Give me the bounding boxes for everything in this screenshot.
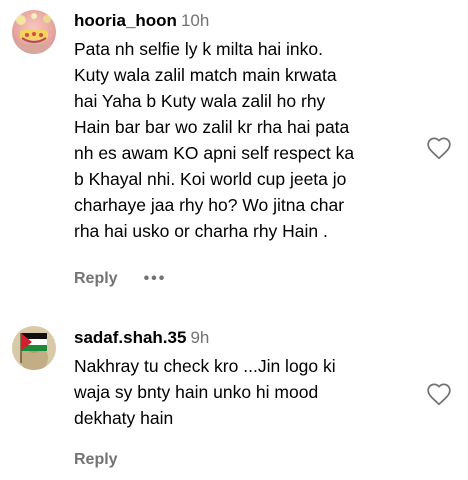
comment-line: Nakhray tu check kro ...Jin logo ki [74, 356, 336, 376]
comment-text: Pata nh selfie ly k milta hai inko. Kuty… [74, 36, 419, 244]
username-link[interactable]: hooria_hoon [74, 11, 177, 30]
profile-photo-icon[interactable] [12, 10, 56, 54]
comment-line: b Khayal nhi. Koi world cup jeeta jo [74, 169, 347, 189]
comment-line: hai Yaha b Kuty wala zalil ho rhy [74, 91, 326, 111]
comment-line: Hain bar bar wo zalil kr rha hai pata [74, 117, 350, 137]
comment-line: Pata nh selfie ly k milta hai inko. [74, 39, 324, 59]
comment-actions: Reply [74, 450, 118, 470]
reply-button[interactable]: Reply [74, 269, 118, 289]
comment-meta: sadaf.shah.35 9h [74, 328, 209, 348]
comment-line: rha hai usko or charha rhy Hain . [74, 221, 328, 241]
comment-line: Kuty wala zalil match main krwata [74, 65, 337, 85]
comment-line: charhaye jaa rhy ho? Wo jitna char [74, 195, 345, 215]
timestamp: 9h [190, 328, 210, 347]
palestine-flag-avatar-icon[interactable] [12, 326, 56, 370]
heart-outline-icon[interactable] [426, 382, 452, 406]
username-link[interactable]: sadaf.shah.35 [74, 328, 186, 347]
comment-line: nh es awam KO apni self respect ka [74, 143, 355, 163]
comment-line: waja sy bnty hain unko hi mood [74, 382, 319, 402]
more-options-icon[interactable]: ••• [144, 269, 167, 289]
timestamp: 10h [180, 11, 210, 30]
comment-meta: hooria_hoon 10h [74, 11, 209, 31]
heart-outline-icon[interactable] [426, 136, 452, 160]
comment-actions: Reply ••• [74, 269, 166, 289]
comment-text: Nakhray tu check kro ...Jin logo ki waja… [74, 353, 419, 431]
reply-button[interactable]: Reply [74, 450, 118, 470]
comment-item: hooria_hoon 10h Pata nh selfie ly k milta… [0, 0, 468, 300]
comment-line: dekhaty hain [74, 408, 174, 428]
comment-item: sadaf.shah.35 9h Nakhray tu check kro ...… [0, 300, 468, 480]
